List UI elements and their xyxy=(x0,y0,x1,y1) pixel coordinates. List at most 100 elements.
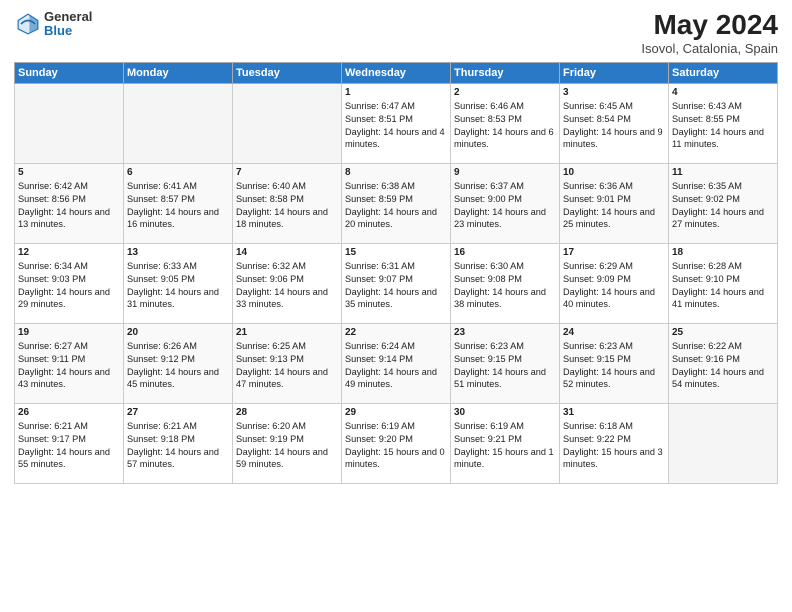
sunset: Sunset: 9:06 PM xyxy=(236,274,304,284)
sunset: Sunset: 9:19 PM xyxy=(236,434,304,444)
sunset: Sunset: 9:14 PM xyxy=(345,354,413,364)
sunrise: Sunrise: 6:26 AM xyxy=(127,341,197,351)
day-info: Sunrise: 6:22 AMSunset: 9:16 PMDaylight:… xyxy=(672,340,774,392)
sunrise: Sunrise: 6:38 AM xyxy=(345,181,415,191)
sunrise: Sunrise: 6:19 AM xyxy=(454,421,524,431)
sunset: Sunset: 9:16 PM xyxy=(672,354,740,364)
day-info: Sunrise: 6:43 AMSunset: 8:55 PMDaylight:… xyxy=(672,100,774,152)
day-number: 2 xyxy=(454,87,556,98)
day-cell: 30Sunrise: 6:19 AMSunset: 9:21 PMDayligh… xyxy=(451,403,560,483)
sunset: Sunset: 9:10 PM xyxy=(672,274,740,284)
day-info: Sunrise: 6:42 AMSunset: 8:56 PMDaylight:… xyxy=(18,180,120,232)
sunrise: Sunrise: 6:21 AM xyxy=(127,421,197,431)
logo-blue-text: Blue xyxy=(44,24,92,38)
logo-icon xyxy=(14,10,42,38)
sunset: Sunset: 8:58 PM xyxy=(236,194,304,204)
day-number: 18 xyxy=(672,247,774,258)
week-row-1: 5Sunrise: 6:42 AMSunset: 8:56 PMDaylight… xyxy=(15,163,778,243)
day-cell: 20Sunrise: 6:26 AMSunset: 9:12 PMDayligh… xyxy=(124,323,233,403)
day-cell: 13 Sunrise: 6:33 AMSunset: 9:05 PMDayligh… xyxy=(124,243,233,323)
day-info: Sunrise: 6:25 AMSunset: 9:13 PMDaylight:… xyxy=(236,340,338,392)
daylight: Daylight: 14 hours and 11 minutes. xyxy=(672,127,764,150)
day-info: Sunrise: 6:31 AMSunset: 9:07 PMDaylight:… xyxy=(345,260,447,312)
day-number: 6 xyxy=(127,167,229,178)
day-cell: 16Sunrise: 6:30 AMSunset: 9:08 PMDayligh… xyxy=(451,243,560,323)
daylight: Daylight: 14 hours and 29 minutes. xyxy=(18,287,110,310)
logo-general-text: General xyxy=(44,10,92,24)
day-number: 11 xyxy=(672,167,774,178)
sunrise: Sunrise: 6:19 AM xyxy=(345,421,415,431)
sunset: Sunset: 9:21 PM xyxy=(454,434,522,444)
day-number: 31 xyxy=(563,407,665,418)
day-info: Sunrise: 6:34 AMSunset: 9:03 PMDaylight:… xyxy=(18,260,120,312)
day-cell: 27Sunrise: 6:21 AMSunset: 9:18 PMDayligh… xyxy=(124,403,233,483)
sunset: Sunset: 9:00 PM xyxy=(454,194,522,204)
day-cell: 14Sunrise: 6:32 AMSunset: 9:06 PMDayligh… xyxy=(233,243,342,323)
day-cell: 9Sunrise: 6:37 AMSunset: 9:00 PMDaylight… xyxy=(451,163,560,243)
week-row-3: 19 Sunrise: 6:27 AMSunset: 9:11 PMDayligh… xyxy=(15,323,778,403)
day-info: Sunrise: 6:18 AMSunset: 9:22 PMDaylight:… xyxy=(563,420,665,472)
weekday-header-tuesday: Tuesday xyxy=(233,62,342,83)
sunrise: Sunrise: 6:35 AM xyxy=(672,181,742,191)
day-number: 9 xyxy=(454,167,556,178)
calendar-table: SundayMondayTuesdayWednesdayThursdayFrid… xyxy=(14,62,778,484)
week-row-2: 12Sunrise: 6:34 AMSunset: 9:03 PMDayligh… xyxy=(15,243,778,323)
sunset: Sunset: 9:01 PM xyxy=(563,194,631,204)
sunset: Sunset: 9:08 PM xyxy=(454,274,522,284)
day-cell: 2Sunrise: 6:46 AMSunset: 8:53 PMDaylight… xyxy=(451,83,560,163)
sunset: Sunset: 8:56 PM xyxy=(18,194,86,204)
daylight: Daylight: 15 hours and 1 minute. xyxy=(454,447,554,470)
day-cell: 1 Sunrise: 6:47 AMSunset: 8:51 PMDaylight… xyxy=(342,83,451,163)
day-number: 29 xyxy=(345,407,447,418)
sunset: Sunset: 9:12 PM xyxy=(127,354,195,364)
day-info: Sunrise: 6:33 AMSunset: 9:05 PMDaylight:… xyxy=(127,260,229,312)
day-number: 4 xyxy=(672,87,774,98)
sunset: Sunset: 9:20 PM xyxy=(345,434,413,444)
day-info: Sunrise: 6:41 AMSunset: 8:57 PMDaylight:… xyxy=(127,180,229,232)
day-number: 28 xyxy=(236,407,338,418)
day-number: 14 xyxy=(236,247,338,258)
day-cell: 23Sunrise: 6:23 AMSunset: 9:15 PMDayligh… xyxy=(451,323,560,403)
day-cell: 15Sunrise: 6:31 AMSunset: 9:07 PMDayligh… xyxy=(342,243,451,323)
day-info: Sunrise: 6:20 AMSunset: 9:19 PMDaylight:… xyxy=(236,420,338,472)
daylight: Daylight: 14 hours and 49 minutes. xyxy=(345,367,437,390)
day-info: Sunrise: 6:27 AMSunset: 9:11 PMDaylight:… xyxy=(18,340,120,392)
day-cell: 18Sunrise: 6:28 AMSunset: 9:10 PMDayligh… xyxy=(669,243,778,323)
day-number: 19 xyxy=(18,327,120,338)
day-info: Sunrise: 6:21 AMSunset: 9:18 PMDaylight:… xyxy=(127,420,229,472)
day-number: 1 xyxy=(345,87,447,98)
sunset: Sunset: 9:22 PM xyxy=(563,434,631,444)
day-cell xyxy=(15,83,124,163)
daylight: Daylight: 14 hours and 52 minutes. xyxy=(563,367,655,390)
sunset: Sunset: 8:57 PM xyxy=(127,194,195,204)
sunrise: Sunrise: 6:40 AM xyxy=(236,181,306,191)
weekday-header-friday: Friday xyxy=(560,62,669,83)
weekday-header-wednesday: Wednesday xyxy=(342,62,451,83)
daylight: Daylight: 14 hours and 25 minutes. xyxy=(563,207,655,230)
day-cell: 12Sunrise: 6:34 AMSunset: 9:03 PMDayligh… xyxy=(15,243,124,323)
day-cell: 25Sunrise: 6:22 AMSunset: 9:16 PMDayligh… xyxy=(669,323,778,403)
header: General Blue May 2024 Isovol, Catalonia,… xyxy=(14,10,778,56)
sunset: Sunset: 8:51 PM xyxy=(345,114,413,124)
sunset: Sunset: 8:53 PM xyxy=(454,114,522,124)
daylight: Daylight: 14 hours and 13 minutes. xyxy=(18,207,110,230)
daylight: Daylight: 14 hours and 38 minutes. xyxy=(454,287,546,310)
sunrise: Sunrise: 6:21 AM xyxy=(18,421,88,431)
sunrise: Sunrise: 6:23 AM xyxy=(563,341,633,351)
sunrise: Sunrise: 6:33 AM xyxy=(127,261,197,271)
logo-text: General Blue xyxy=(44,10,92,39)
day-cell: 26Sunrise: 6:21 AMSunset: 9:17 PMDayligh… xyxy=(15,403,124,483)
day-number: 13 xyxy=(127,247,229,258)
day-info: Sunrise: 6:45 AMSunset: 8:54 PMDaylight:… xyxy=(563,100,665,152)
day-cell: 11Sunrise: 6:35 AMSunset: 9:02 PMDayligh… xyxy=(669,163,778,243)
sunset: Sunset: 9:15 PM xyxy=(563,354,631,364)
day-info: Sunrise: 6:23 AMSunset: 9:15 PMDaylight:… xyxy=(454,340,556,392)
title-block: May 2024 Isovol, Catalonia, Spain xyxy=(641,10,778,56)
day-cell: 31 Sunrise: 6:18 AMSunset: 9:22 PMDayligh… xyxy=(560,403,669,483)
day-cell: 10Sunrise: 6:36 AMSunset: 9:01 PMDayligh… xyxy=(560,163,669,243)
day-info: Sunrise: 6:47 AMSunset: 8:51 PMDaylight:… xyxy=(345,100,447,152)
day-info: Sunrise: 6:24 AMSunset: 9:14 PMDaylight:… xyxy=(345,340,447,392)
day-info: Sunrise: 6:30 AM Sunset: 9:08 PM Daylight:… xyxy=(454,260,556,312)
sunrise: Sunrise: 6:30 AM xyxy=(454,261,524,271)
sunrise: Sunrise: 6:45 AM xyxy=(563,101,633,111)
